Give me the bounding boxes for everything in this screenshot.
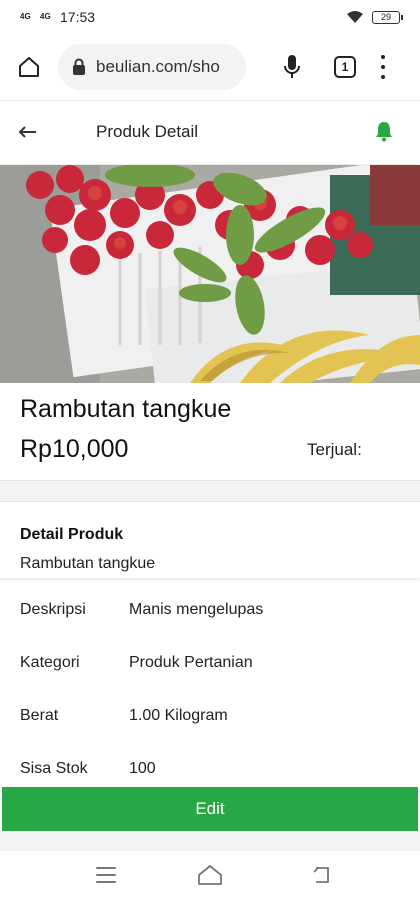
menu-line — [96, 867, 116, 869]
home-outline-icon — [198, 865, 222, 885]
section-divider — [0, 481, 420, 501]
edit-button[interactable]: Edit — [2, 787, 418, 831]
nav-back-button[interactable] — [310, 865, 332, 885]
spec-value: 1.00 Kilogram — [129, 707, 228, 724]
voice-search-button[interactable] — [280, 52, 304, 82]
clock: 17:53 — [60, 9, 96, 25]
product-detail-section: Detail Produk Rambutan tangkue Deskripsi… — [0, 501, 420, 787]
mic-icon — [284, 55, 300, 78]
wifi-icon — [347, 11, 363, 23]
sold-count-label: Terjual: — [307, 440, 362, 459]
spec-row-berat: Berat 1.00 Kilogram — [0, 707, 420, 747]
product-photo — [0, 165, 420, 383]
menu-icon[interactable] — [96, 867, 116, 883]
battery-level: 29 — [380, 12, 391, 22]
back-icon — [313, 867, 329, 883]
arrow-left-icon — [18, 126, 36, 138]
bottom-divider — [0, 831, 420, 851]
spec-value: 100 — [129, 760, 156, 777]
tab-count: 1 — [341, 60, 349, 74]
product-price: Rp10,000 — [20, 435, 129, 463]
page-title: Produk Detail — [96, 122, 199, 141]
more-options-button[interactable] — [378, 55, 388, 79]
product-summary: Rambutan tangkue Rp10,000 Terjual: — [0, 383, 420, 481]
address-bar[interactable]: beulian.com/sho — [58, 44, 246, 90]
spec-value: Produk Pertanian — [129, 654, 253, 671]
status-right: 29 — [346, 10, 403, 24]
status-left: 4G 4G 17:53 — [20, 9, 95, 25]
nav-home-button[interactable] — [196, 863, 224, 887]
browser-home-button[interactable] — [14, 52, 44, 82]
url-text: beulian.com/sho — [96, 57, 220, 76]
spec-value: Manis mengelupas — [129, 601, 264, 618]
home-icon — [19, 57, 39, 77]
spec-label: Sisa Stok — [20, 760, 88, 777]
system-nav-bar — [0, 851, 420, 900]
browser-toolbar: beulian.com/sho 1 — [0, 34, 420, 100]
spec-label: Berat — [20, 707, 59, 724]
menu-line — [96, 874, 116, 876]
bell-icon — [376, 122, 392, 142]
signal-2-text: 4G — [40, 12, 51, 21]
detail-title: Detail Produk — [20, 526, 124, 543]
detail-subtitle: Rambutan tangkue — [20, 555, 156, 572]
notification-button[interactable] — [374, 120, 396, 144]
tabs-button[interactable]: 1 — [334, 56, 356, 78]
dot — [381, 75, 385, 79]
dot — [381, 65, 385, 69]
battery-icon: 29 — [372, 10, 403, 24]
product-name: Rambutan tangkue — [20, 395, 232, 423]
spec-row-kategori: Kategori Produk Pertanian — [0, 654, 420, 694]
back-button[interactable] — [18, 121, 40, 143]
menu-line — [96, 881, 116, 883]
dot — [381, 55, 385, 59]
status-bar: 4G 4G 17:53 29 — [0, 0, 420, 34]
spec-row-deskripsi: Deskripsi Manis mengelupas — [0, 601, 420, 641]
signal-1-text: 4G — [20, 12, 31, 21]
spec-label: Kategori — [20, 654, 80, 671]
app-header: Produk Detail — [0, 100, 420, 164]
spec-label: Deskripsi — [20, 601, 86, 618]
lock-icon — [73, 58, 85, 75]
product-image — [0, 165, 420, 383]
detail-header: Detail Produk Rambutan tangkue — [0, 502, 420, 578]
